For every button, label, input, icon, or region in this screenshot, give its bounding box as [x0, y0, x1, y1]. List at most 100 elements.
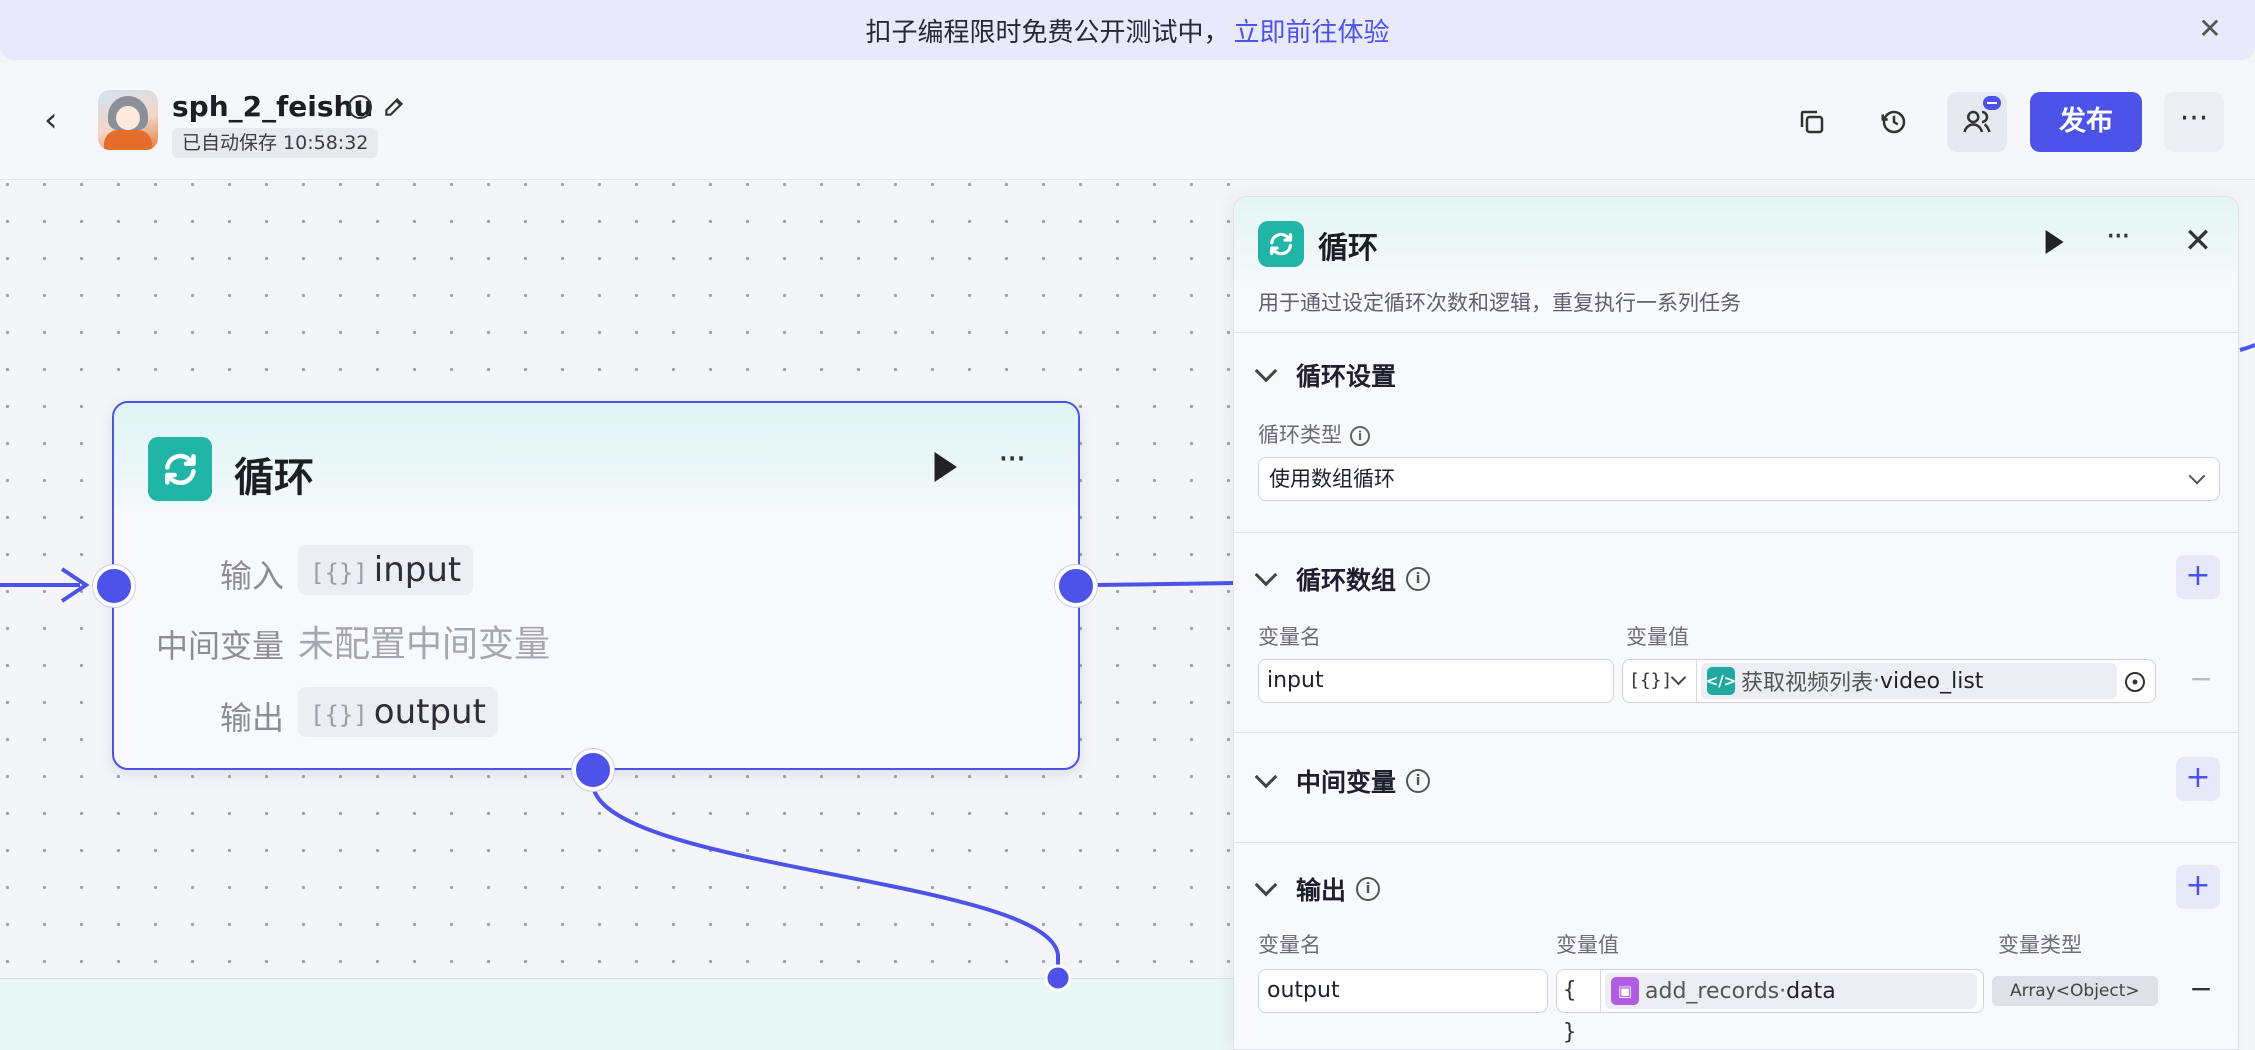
info-icon[interactable]: i	[1406, 567, 1431, 591]
code-icon: </>	[1706, 667, 1736, 695]
copy-icon	[1800, 110, 1824, 134]
copy-button[interactable]	[1782, 92, 1842, 152]
type-select[interactable]: { }	[1557, 970, 1601, 1045]
back-icon[interactable]: ‹	[44, 100, 76, 140]
loop-icon	[1258, 221, 1304, 267]
node-output-value: output	[373, 692, 486, 732]
announcement-banner: 扣子编程限时免费公开测试中， 立即前往体验 ✕	[0, 0, 2255, 60]
output-value-ref[interactable]: { } ▣ add_records · data	[1556, 969, 1984, 1045]
chevron-down-icon	[2188, 467, 2206, 485]
loop-type-label-text: 循环类型	[1258, 423, 1342, 447]
loop-node[interactable]: 循环 ··· 输入 [{}] input 中间变量 未配置中间变量 输出 [{}]…	[112, 401, 1080, 770]
ref-node: add_records	[1645, 978, 1780, 1004]
node-title: 循环	[234, 455, 314, 501]
loop-icon	[148, 437, 212, 501]
section-loop-array: 循环数组 i + 变量名 变量值 input [{}] </> 获取视频列表 · …	[1234, 533, 2238, 733]
edit-icon[interactable]	[382, 93, 408, 119]
loop-type-select[interactable]: 使用数组循环	[1258, 457, 2220, 501]
section-output-header[interactable]: 输出 i	[1254, 871, 1381, 907]
loop-type-value: 使用数组循环	[1269, 467, 1395, 491]
ref-field: video_list	[1880, 668, 1984, 694]
panel-more-icon[interactable]: ···	[2106, 219, 2156, 263]
app-header: ‹ sph_2_feishu i 已自动保存 10:58:32 发布 ···	[0, 62, 2255, 180]
ref-separator: ·	[1779, 978, 1787, 1004]
node-loop-body-port[interactable]	[572, 749, 614, 791]
panel-description: 用于通过设定循环次数和逻辑，重复执行一系列任务	[1258, 291, 1741, 315]
info-icon[interactable]: i	[1350, 426, 1370, 446]
node-input-port[interactable]	[93, 565, 135, 607]
section-title: 循环数组	[1296, 566, 1397, 595]
ref-node: 获取视频列表	[1741, 671, 1874, 696]
add-middle-var-button[interactable]: +	[2176, 757, 2220, 801]
panel-title: 循环	[1318, 231, 1378, 266]
col-var-type: 变量类型	[1998, 933, 2082, 957]
node-output-chip: [{}] output	[298, 687, 498, 737]
output-name-input[interactable]: output	[1258, 969, 1548, 1013]
node-output-label: 输出	[219, 699, 284, 737]
info-icon[interactable]: i	[1406, 769, 1431, 793]
offscreen-edge	[2239, 343, 2255, 352]
ref-value-chip: </> 获取视频列表 · video_list	[1701, 663, 2117, 699]
chevron-down-icon	[1254, 563, 1278, 587]
panel-run-icon[interactable]	[2042, 227, 2070, 261]
app-avatar	[98, 90, 158, 150]
node-config-panel: 循环 ··· ✕ 用于通过设定循环次数和逻辑，重复执行一系列任务 循环设置 循环…	[1233, 196, 2239, 1050]
add-loop-array-button[interactable]: +	[2176, 555, 2220, 599]
section-output: 输出 i + 变量名 变量值 变量类型 output { } ▣ add_reco…	[1234, 843, 2238, 1049]
more-menu-button[interactable]: ···	[2164, 92, 2224, 152]
loop-array-name-input[interactable]: input	[1258, 659, 1614, 703]
col-var-value: 变量值	[1626, 625, 1689, 649]
info-icon[interactable]: i	[348, 95, 372, 119]
history-icon	[1881, 110, 1906, 134]
node-middle-label: 中间变量	[155, 627, 284, 665]
canvas-bottom-node-edge	[0, 978, 1235, 1050]
panel-close-icon[interactable]: ✕	[2178, 221, 2218, 261]
chevron-down-icon	[1670, 669, 1687, 686]
plugin-icon: ▣	[1611, 977, 1639, 1005]
banner-text: 扣子编程限时免费公开测试中，	[865, 17, 1230, 48]
remove-row-icon[interactable]: −	[2186, 665, 2216, 695]
loop-type-label: 循环类型 i	[1258, 419, 1370, 449]
section-title: 循环设置	[1296, 362, 1397, 391]
app-name: sph_2_feishu	[172, 90, 374, 123]
ref-value-chip: ▣ add_records · data	[1605, 973, 1977, 1009]
array-type-icon: [{}]	[310, 701, 368, 729]
type-select[interactable]: [{}]	[1623, 660, 1697, 702]
collaborator-icon	[1963, 110, 1991, 133]
notification-badge	[1983, 96, 2001, 110]
node-run-icon[interactable]	[930, 449, 966, 489]
add-output-button[interactable]: +	[2176, 865, 2220, 909]
chevron-down-icon	[1254, 873, 1278, 897]
chevron-down-icon	[1254, 765, 1278, 789]
col-var-name: 变量名	[1258, 933, 1321, 957]
section-loop-array-header[interactable]: 循环数组 i	[1254, 561, 1431, 597]
node-input-label: 输入	[219, 557, 284, 595]
section-title: 中间变量	[1296, 768, 1397, 797]
loop-array-value-ref[interactable]: [{}] </> 获取视频列表 · video_list	[1622, 659, 2156, 703]
chevron-down-icon	[1254, 359, 1278, 383]
banner-close-icon[interactable]: ✕	[2195, 14, 2225, 44]
node-more-icon[interactable]: ···	[998, 439, 1050, 489]
info-icon[interactable]: i	[1356, 877, 1381, 901]
type-value: [{}]	[1629, 670, 1673, 691]
node-output-port[interactable]	[1055, 565, 1097, 607]
section-loop-settings: 循环设置 循环类型 i 使用数组循环	[1234, 333, 2238, 533]
node-middle-empty: 未配置中间变量	[298, 624, 551, 665]
publish-button[interactable]: 发布	[2030, 92, 2142, 152]
remove-row-icon[interactable]: −	[2186, 975, 2216, 1005]
array-type-icon: [{}]	[310, 559, 368, 587]
section-middle-vars: 中间变量 i +	[1234, 733, 2238, 843]
col-var-name: 变量名	[1258, 625, 1321, 649]
node-input-value: input	[373, 550, 462, 590]
type-value: { }	[1563, 978, 1577, 1045]
history-button[interactable]	[1864, 92, 1924, 152]
banner-link[interactable]: 立即前往体验	[1234, 12, 1390, 49]
target-icon[interactable]	[2123, 670, 2147, 694]
section-loop-settings-header[interactable]: 循环设置	[1254, 357, 1397, 393]
autosave-status: 已自动保存 10:58:32	[172, 128, 379, 158]
section-middle-vars-header[interactable]: 中间变量 i	[1254, 763, 1431, 799]
section-title: 输出	[1296, 876, 1347, 905]
col-var-value: 变量值	[1556, 933, 1619, 957]
collaborator-button[interactable]	[1947, 92, 2007, 152]
ref-field: data	[1786, 978, 1836, 1004]
